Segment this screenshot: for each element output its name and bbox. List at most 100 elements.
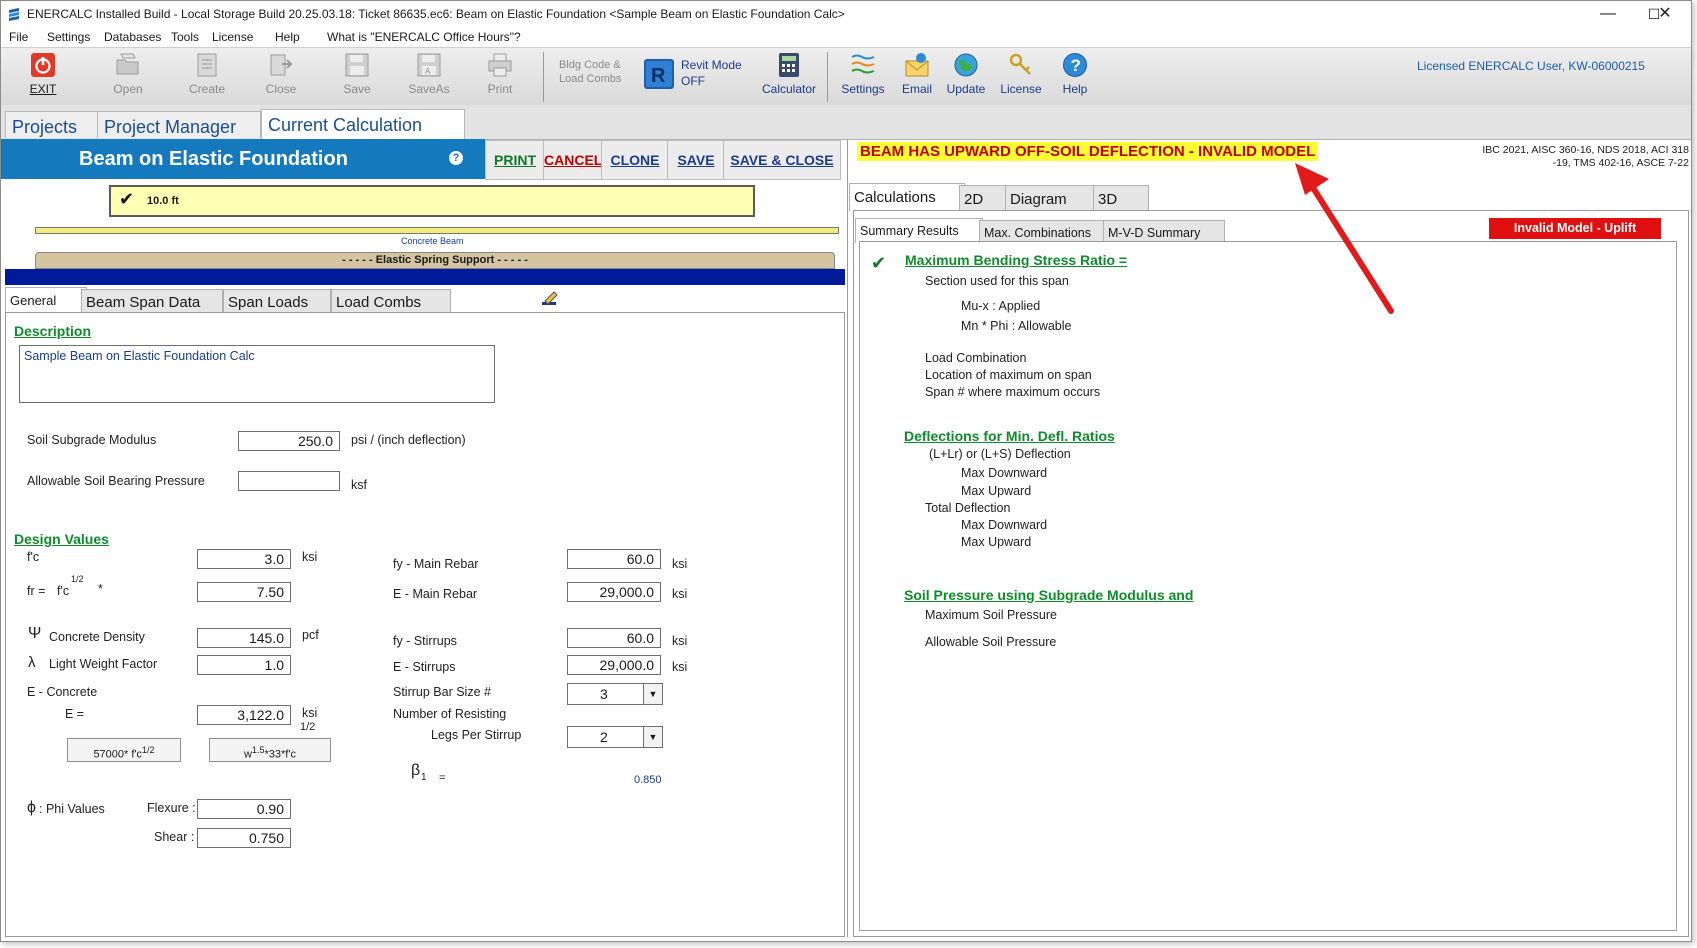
allow-bearing-input[interactable]: [238, 471, 340, 491]
minimize-button[interactable]: —: [1585, 1, 1631, 27]
tab-span-loads[interactable]: Span Loads: [223, 289, 331, 312]
revit-mode-state: OFF: [681, 74, 705, 88]
check-icon: ✔: [871, 253, 887, 273]
tab-load-combs[interactable]: Load Combs: [331, 289, 451, 312]
settings-button[interactable]: Settings: [833, 50, 893, 104]
tab-max-combinations[interactable]: Max. Combinations: [979, 220, 1107, 242]
tab-general[interactable]: General: [5, 287, 87, 313]
density-input[interactable]: 145.0: [197, 628, 291, 648]
soil-modulus-input[interactable]: 250.0: [238, 431, 340, 451]
license-button[interactable]: License: [991, 50, 1051, 104]
deflections-heading: Deflections for Min. Defl. Ratios: [904, 428, 1115, 444]
menu-license[interactable]: License: [212, 30, 253, 44]
tab-mvd-summary[interactable]: M-V-D Summary: [1103, 220, 1225, 242]
revit-mode-toggle[interactable]: Revit Mode OFF: [681, 57, 742, 89]
e-concrete-unit: ksi: [302, 706, 318, 720]
e-concrete-input[interactable]: 3,122.0: [197, 705, 291, 725]
revit-mode-label: Revit Mode: [681, 58, 742, 72]
chevron-down-icon[interactable]: ▼: [643, 727, 662, 747]
flexure-phi-input[interactable]: 0.90: [197, 799, 291, 819]
e-stirrups-input[interactable]: 29,000.0: [567, 655, 661, 675]
invalid-model-badge: Invalid Model - Uplift: [1489, 218, 1661, 239]
tab-calculations[interactable]: Calculations: [849, 183, 965, 211]
fy-main-input[interactable]: 60.0: [567, 549, 661, 569]
summary-results-content: [859, 241, 1677, 931]
tab-projects[interactable]: Projects: [5, 111, 105, 138]
print-toolbar-button[interactable]: Print: [470, 50, 530, 104]
revit-icon[interactable]: R: [643, 58, 675, 90]
tab-diagram[interactable]: Diagram: [1005, 185, 1099, 210]
toolbar-separator: [543, 52, 544, 102]
bldg-code-button[interactable]: Bldg Code & Load Combs: [559, 58, 621, 86]
foundation-bar: [5, 269, 845, 285]
max-downward-live-label: Max Downward: [961, 466, 1048, 480]
folder-icon: [116, 53, 139, 75]
tab-3d[interactable]: 3D: [1093, 185, 1149, 210]
menu-tools[interactable]: Tools: [171, 30, 199, 44]
create-button[interactable]: Create: [177, 50, 237, 104]
stirrup-size-select[interactable]: 3 ▼: [567, 683, 663, 705]
print-button[interactable]: PRINT: [485, 140, 545, 180]
tab-project-manager[interactable]: Project Manager: [97, 111, 261, 138]
exit-button[interactable]: EXIT: [13, 50, 73, 104]
span-bar[interactable]: ✔ 10.0 ft: [109, 185, 755, 217]
lwf-input[interactable]: 1.0: [197, 655, 291, 675]
fc-input[interactable]: 3.0: [197, 549, 291, 569]
e-from-density-button[interactable]: w1.5*33*f'c: [209, 738, 331, 762]
fy-stirrups-input[interactable]: 60.0: [567, 628, 661, 648]
psi-symbol: Ψ: [28, 625, 42, 642]
menu-file[interactable]: File: [9, 30, 28, 44]
clone-button[interactable]: CLONE: [601, 140, 669, 180]
e-main-input[interactable]: 29,000.0: [567, 582, 661, 602]
tab-summary-results[interactable]: Summary Results: [855, 218, 983, 243]
save-button[interactable]: SAVE: [667, 140, 725, 180]
close-window-button[interactable]: ✕: [1645, 1, 1685, 27]
tab-current-calculation[interactable]: Current Calculation: [261, 109, 465, 139]
update-label: Update: [946, 82, 986, 96]
calculator-button[interactable]: Calculator: [753, 50, 825, 104]
cancel-button[interactable]: CANCEL: [543, 140, 603, 180]
edit-pencil-icon[interactable]: [541, 289, 559, 307]
save-and-close-button[interactable]: SAVE & CLOSE: [723, 140, 841, 180]
open-button[interactable]: Open: [98, 50, 158, 104]
load-combination-label: Load Combination: [925, 351, 1027, 365]
legs-per-stirrup-select[interactable]: 2 ▼: [567, 726, 663, 748]
density-label: Concrete Density: [49, 630, 145, 644]
soil-modulus-label: Soil Subgrade Modulus: [27, 433, 157, 447]
calc-help-icon[interactable]: ?: [449, 151, 463, 165]
e-main-unit: ksi: [672, 587, 688, 601]
e-from-fc-exponent: 1/2: [142, 745, 155, 755]
close-document-icon: [270, 54, 293, 76]
saveas-button[interactable]: A SaveAs: [399, 50, 459, 104]
keys-icon: [1009, 53, 1031, 75]
fr-input[interactable]: 7.50: [197, 582, 291, 602]
tab-2d[interactable]: 2D: [959, 185, 1011, 210]
menu-settings[interactable]: Settings: [47, 30, 90, 44]
shear-phi-input[interactable]: 0.750: [197, 828, 291, 848]
svg-text:?: ?: [1071, 56, 1081, 75]
close-label: Close: [265, 82, 297, 96]
save-toolbar-button[interactable]: Save: [327, 50, 387, 104]
print-toolbar-label: Print: [487, 82, 513, 96]
email-icon: [905, 53, 929, 77]
chevron-down-icon[interactable]: ▼: [643, 684, 662, 704]
title-bar: ENERCALC Installed Build - Local Storage…: [1, 1, 1691, 27]
menu-office-hours[interactable]: What is "ENERCALC Office Hours"?: [327, 30, 521, 44]
menu-help[interactable]: Help: [275, 30, 300, 44]
concrete-beam-graphic: [35, 227, 839, 234]
stirrup-size-label: Stirrup Bar Size #: [393, 685, 491, 699]
help-button[interactable]: ? Help: [1045, 50, 1105, 104]
allow-bearing-unit: ksf: [351, 478, 367, 492]
fy-stirrups-label: fy - Stirrups: [393, 634, 457, 648]
e-density-rest: *33*f'c: [264, 748, 296, 761]
description-textarea[interactable]: Sample Beam on Elastic Foundation Calc: [19, 345, 495, 403]
description-heading: Description: [14, 323, 92, 339]
update-button[interactable]: Update: [936, 50, 996, 104]
max-upward-live-label: Max Upward: [961, 484, 1032, 498]
phi-symbol: ϕ: [27, 799, 36, 816]
close-button[interactable]: Close: [251, 50, 311, 104]
e-from-fc-button[interactable]: 57000* f'c1/2: [67, 738, 181, 762]
menu-databases[interactable]: Databases: [104, 30, 161, 44]
span-number-label: Span # where maximum occurs: [925, 385, 1101, 399]
tab-beam-span-data[interactable]: Beam Span Data: [81, 289, 223, 312]
